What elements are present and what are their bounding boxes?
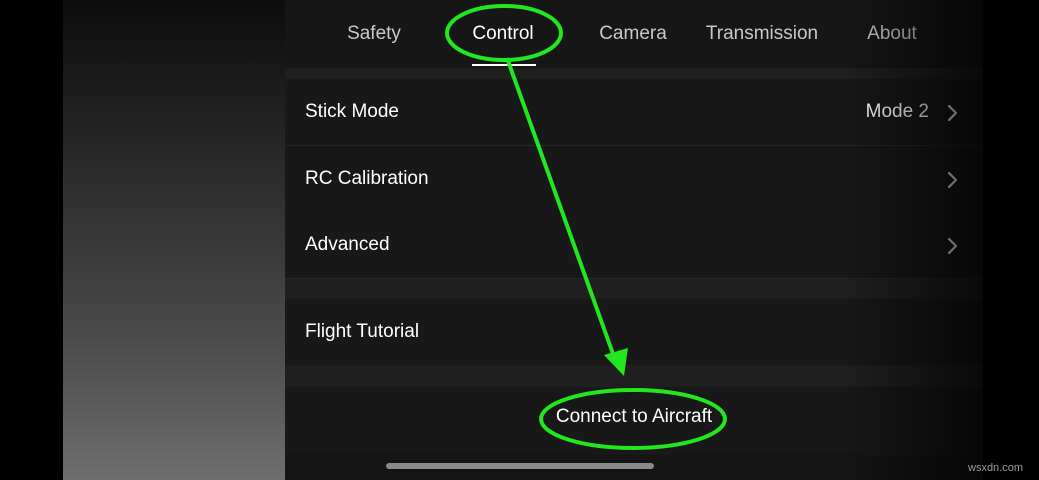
advanced-label: Advanced <box>305 234 390 255</box>
flight-tutorial-label: Flight Tutorial <box>305 321 420 342</box>
tab-camera[interactable]: Camera <box>580 20 686 48</box>
connect-to-aircraft-button[interactable]: Connect to Aircraft <box>285 406 983 428</box>
rc-calibration-label: RC Calibration <box>305 168 429 189</box>
home-indicator[interactable] <box>386 463 654 469</box>
tab-control[interactable]: Control <box>450 20 556 48</box>
chevron-right-icon <box>947 171 958 189</box>
stick-mode-value: Mode 2 <box>865 101 929 122</box>
flight-tutorial-row[interactable]: Flight Tutorial <box>285 299 983 365</box>
connect-bar: Connect to Aircraft <box>285 387 983 455</box>
tab-bar: Safety Control Camera Transmission About <box>285 0 983 68</box>
rc-calibration-row[interactable]: RC Calibration <box>285 146 983 212</box>
watermark: wsxdn.com <box>968 462 1024 474</box>
chevron-right-icon <box>947 237 958 255</box>
chevron-right-icon <box>947 104 958 122</box>
screen: Safety Control Camera Transmission About… <box>0 0 1039 480</box>
section-gap <box>285 68 983 79</box>
left-background <box>63 0 285 480</box>
tab-transmission[interactable]: Transmission <box>694 20 830 48</box>
tab-about[interactable]: About <box>845 20 939 48</box>
stick-mode-label: Stick Mode <box>305 101 399 122</box>
stick-mode-row[interactable]: Stick Mode Mode 2 <box>285 79 983 145</box>
section-gap <box>285 365 983 387</box>
tab-safety[interactable]: Safety <box>321 20 427 48</box>
section-gap <box>285 279 983 299</box>
active-tab-indicator <box>472 64 536 66</box>
advanced-row[interactable]: Advanced <box>285 212 983 278</box>
